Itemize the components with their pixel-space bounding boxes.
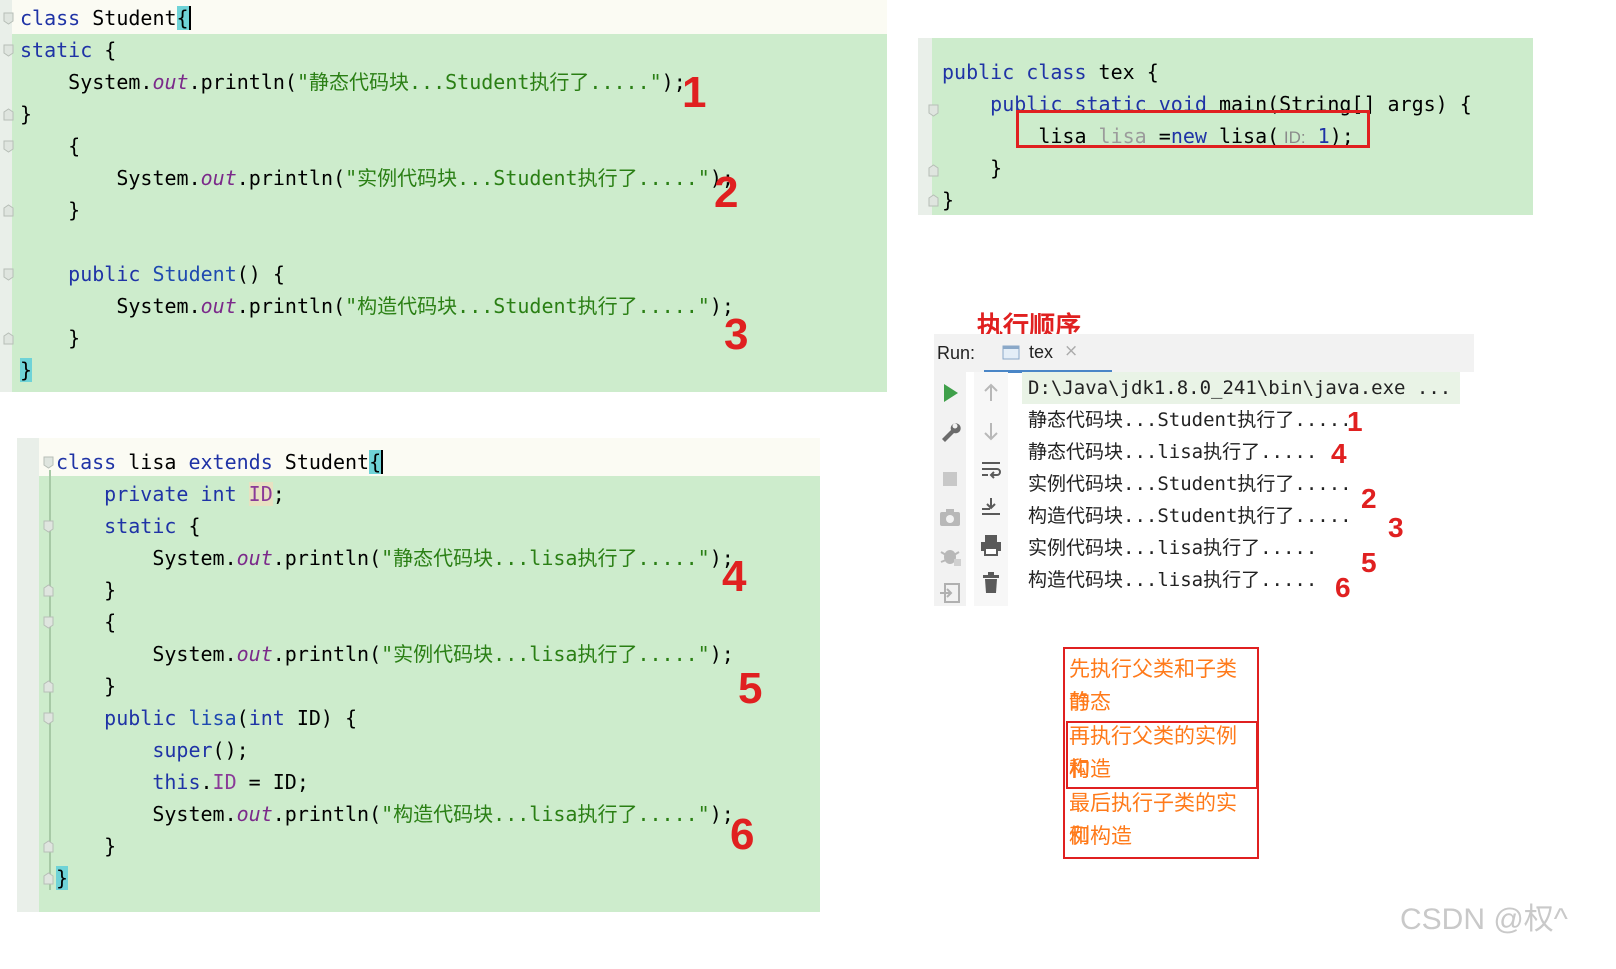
fold-marker-icon[interactable] <box>928 104 939 117</box>
stop-icon[interactable] <box>937 466 963 492</box>
editor-gutter <box>17 438 39 912</box>
output-order-number: 4 <box>1331 438 1347 469</box>
tex-code-panel: public class tex { public static void ma… <box>918 38 1533 215</box>
code-line[interactable]: System.out.println("静态代码块...Student执行了..… <box>20 66 686 98</box>
wrap-icon[interactable] <box>978 456 1004 482</box>
order-notes-box: 先执行父类和子类的 静态 再执行父类的实例和 构造 最后执行子类的实例 和构造 <box>1063 647 1259 859</box>
fold-marker-icon[interactable] <box>3 204 14 217</box>
code-line[interactable]: class lisa extends Student{ <box>56 446 384 478</box>
fold-marker-icon[interactable] <box>43 840 54 853</box>
camera-icon[interactable] <box>937 504 963 530</box>
code-line[interactable]: { <box>56 606 116 638</box>
code-line[interactable]: public Student() { <box>20 258 285 290</box>
code-line[interactable]: } <box>56 830 116 862</box>
fold-marker-icon[interactable] <box>43 712 54 725</box>
trash-icon[interactable] <box>978 570 1004 596</box>
output-line: 实例代码块...lisa执行了..... <box>1028 537 1318 559</box>
code-line[interactable]: } <box>56 862 69 894</box>
code-line[interactable]: super(); <box>56 734 248 766</box>
highlight-box <box>1016 110 1370 148</box>
code-line[interactable]: System.out.println("构造代码块...Student执行了..… <box>20 290 734 322</box>
console-output[interactable]: D:\Java\jdk1.8.0_241\bin\java.exe ... 静态… <box>1022 372 1474 606</box>
lisa-code-panel: class lisa extends Student{ private int … <box>17 438 820 912</box>
code-line[interactable]: System.out.println("实例代码块...lisa执行了.....… <box>56 638 733 670</box>
output-order-number: 6 <box>1335 572 1351 603</box>
close-icon[interactable]: × <box>1064 341 1078 361</box>
step-number-3: 3 <box>724 310 749 359</box>
fold-marker-icon[interactable] <box>43 456 54 469</box>
fold-marker-icon[interactable] <box>43 872 54 885</box>
fold-marker-icon[interactable] <box>43 616 54 629</box>
student-code-panel: class Student{ static { System.out.print… <box>0 0 887 392</box>
code-line[interactable]: } <box>942 152 1002 184</box>
output-line: 实例代码块...Student执行了..... <box>1028 473 1352 495</box>
exit-icon[interactable] <box>937 580 963 606</box>
up-arrow-icon[interactable] <box>978 380 1004 406</box>
tab-tex[interactable]: tex × <box>984 334 1112 373</box>
fold-marker-icon[interactable] <box>3 108 14 121</box>
fold-marker-icon[interactable] <box>3 12 14 25</box>
step-number-2: 2 <box>714 168 739 217</box>
wrench-icon[interactable] <box>937 418 963 444</box>
step-number-6: 6 <box>730 810 755 859</box>
down-arrow-icon[interactable] <box>978 418 1004 444</box>
output-order-number: 3 <box>1388 512 1404 543</box>
output-line: 构造代码块...lisa执行了..... <box>1028 569 1318 591</box>
code-line[interactable]: static { <box>20 34 116 66</box>
code-line[interactable]: static { <box>56 510 200 542</box>
fold-marker-icon[interactable] <box>3 140 14 153</box>
output-order-number: 1 <box>1347 406 1363 437</box>
code-line[interactable]: } <box>942 184 954 216</box>
code-line[interactable]: class Student{ <box>20 2 191 34</box>
editor-gutter <box>918 38 932 215</box>
run-label: Run: <box>937 343 976 363</box>
code-line[interactable]: } <box>20 98 32 130</box>
print-icon[interactable] <box>978 532 1004 558</box>
run-tool-window: Run: tex × D:\Java\jdk1.8.0_241\bin\java… <box>934 334 1474 606</box>
step-number-5: 5 <box>738 664 763 713</box>
fold-marker-icon[interactable] <box>3 44 14 57</box>
code-line[interactable]: public class tex { <box>942 56 1159 88</box>
run-toolbar-header: Run: tex × <box>934 334 1474 373</box>
fold-marker-icon[interactable] <box>3 268 14 281</box>
code-line[interactable]: public lisa(int ID) { <box>56 702 357 734</box>
output-line: 构造代码块...Student执行了..... <box>1028 505 1352 527</box>
note-line: 构造 <box>1069 758 1111 781</box>
output-order-number: 5 <box>1361 547 1377 578</box>
code-line[interactable]: } <box>56 574 116 606</box>
code-line[interactable]: } <box>20 354 33 386</box>
output-order-number: 2 <box>1361 483 1377 514</box>
step-number-4: 4 <box>722 552 747 601</box>
output-line: 静态代码块...lisa执行了..... <box>1028 441 1318 463</box>
command-line-text: D:\Java\jdk1.8.0_241\bin\java.exe ... <box>1028 377 1452 399</box>
fold-marker-icon[interactable] <box>43 520 54 533</box>
fold-marker-icon[interactable] <box>43 680 54 693</box>
code-line[interactable]: System.out.println("实例代码块...Student执行了..… <box>20 162 734 194</box>
note-line: 静态 <box>1069 691 1111 714</box>
tab-label: tex <box>1029 342 1054 362</box>
code-line[interactable]: } <box>20 194 80 226</box>
code-line[interactable]: } <box>20 322 80 354</box>
code-line[interactable]: } <box>56 670 116 702</box>
scroll-end-icon[interactable] <box>978 494 1004 520</box>
run-icon[interactable] <box>937 380 963 406</box>
fold-marker-icon[interactable] <box>43 584 54 597</box>
console-icon <box>1002 345 1020 364</box>
output-line: 静态代码块...Student执行了..... <box>1028 409 1352 431</box>
code-line[interactable]: { <box>20 130 80 162</box>
code-line[interactable]: private int ID; <box>56 478 285 510</box>
step-number-1: 1 <box>682 68 707 117</box>
fold-marker-icon[interactable] <box>928 194 939 207</box>
code-line[interactable]: System.out.println("构造代码块...lisa执行了.....… <box>56 798 733 830</box>
bug-icon[interactable] <box>937 542 963 568</box>
note-line: 和构造 <box>1069 825 1132 848</box>
code-line[interactable]: System.out.println("静态代码块...lisa执行了.....… <box>56 542 733 574</box>
fold-marker-icon[interactable] <box>928 164 939 177</box>
watermark: CSDN @权^ <box>1400 903 1568 936</box>
code-line[interactable]: this.ID = ID; <box>56 766 309 798</box>
fold-marker-icon[interactable] <box>3 332 14 345</box>
